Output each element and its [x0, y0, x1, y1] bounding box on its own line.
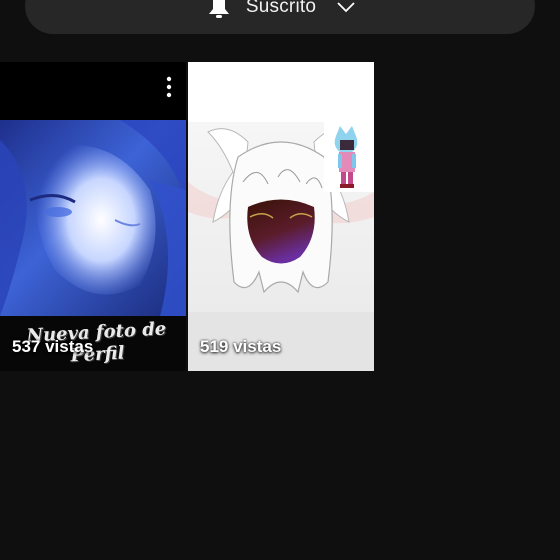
channel-page: Suscrito Nueva foto de Perfil 537 vistas… — [0, 0, 560, 560]
more-vertical-icon[interactable] — [166, 76, 172, 98]
subscribed-label: Suscrito — [245, 0, 317, 17]
short-thumbnail — [188, 122, 374, 312]
bell-icon — [208, 0, 229, 18]
subscribed-button[interactable]: Suscrito — [25, 0, 535, 34]
view-count: 537 vistas — [12, 337, 94, 356]
view-count: 519 vistas — [200, 337, 282, 356]
chevron-down-icon — [337, 2, 355, 13]
short-thumbnail — [0, 120, 186, 316]
subscribed-button-content: Suscrito — [204, 0, 356, 18]
short-card[interactable]: Nueva foto de Perfil 537 vistas — [0, 62, 186, 371]
short-card[interactable]: 519 vistas — [188, 62, 374, 371]
